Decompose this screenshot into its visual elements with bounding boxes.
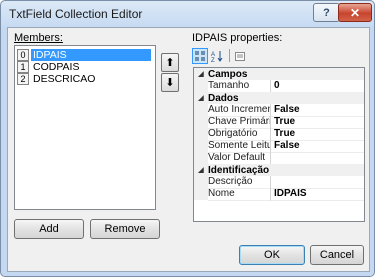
property-toolbar: A Z	[192, 47, 249, 64]
cancel-button[interactable]: Cancel	[310, 245, 364, 265]
add-button-label: Add	[39, 223, 59, 235]
property-grid[interactable]: ◢ Campos Tamanho 0 ◢ Dados Auto Incremen…	[193, 67, 365, 222]
move-up-button[interactable]: ⬆	[161, 53, 179, 72]
title-bar[interactable]: TxtField Collection Editor ? ✕	[1, 1, 374, 27]
property-row[interactable]: Valor Default	[194, 151, 364, 165]
svg-text:Z: Z	[211, 58, 215, 62]
property-row[interactable]: Obrigatório True	[194, 127, 364, 141]
property-row[interactable]: Somente Leitura False	[194, 139, 364, 153]
cancel-button-label: Cancel	[319, 249, 355, 261]
collapse-icon[interactable]: ◢	[194, 70, 208, 78]
category-dados[interactable]: ◢ Dados	[194, 92, 364, 104]
arrow-down-icon: ⬇	[165, 77, 175, 89]
list-item[interactable]: 0 IDPAIS	[17, 48, 151, 61]
members-label: Members:	[14, 32, 63, 44]
ok-button-label: OK	[264, 249, 280, 261]
window-title: TxtField Collection Editor	[9, 7, 143, 21]
category-campos[interactable]: ◢ Campos	[194, 68, 364, 80]
property-name: Nome	[208, 187, 271, 201]
categorized-icon	[195, 50, 205, 61]
item-index: 0	[17, 48, 29, 61]
members-label-text: Members:	[14, 32, 63, 44]
move-down-button[interactable]: ⬇	[161, 73, 179, 92]
property-row[interactable]: Nome IDPAIS	[194, 187, 364, 201]
category-label: Dados	[208, 92, 239, 104]
dialog-body: Members: 0 IDPAIS 1 CODPAIS 2 DESCRICAO …	[7, 27, 370, 272]
property-value[interactable]	[271, 152, 364, 165]
property-pages-button[interactable]	[233, 49, 247, 63]
property-row[interactable]: Descrição	[194, 175, 364, 189]
category-label: Identificação	[208, 164, 270, 176]
item-name: IDPAIS	[31, 48, 151, 61]
collection-editor-window: TxtField Collection Editor ? ✕ Members: …	[0, 0, 375, 277]
sort-alphabetical-icon: A Z	[211, 50, 223, 62]
ok-button[interactable]: OK	[239, 245, 305, 265]
close-button[interactable]: ✕	[338, 3, 372, 22]
property-value[interactable]: IDPAIS	[271, 188, 364, 201]
property-row[interactable]: Chave Primária True	[194, 115, 364, 129]
item-index: 1	[17, 60, 29, 73]
property-name: Tamanho	[208, 79, 271, 93]
property-row[interactable]: Auto Incremento False	[194, 103, 364, 117]
list-item[interactable]: 2 DESCRICAO	[17, 72, 151, 85]
item-name: CODPAIS	[33, 60, 80, 73]
members-list[interactable]: 0 IDPAIS 1 CODPAIS 2 DESCRICAO	[14, 45, 156, 210]
property-name: Valor Default	[208, 151, 271, 165]
property-value[interactable]: 0	[271, 80, 364, 93]
category-label: Campos	[208, 68, 248, 80]
alphabetical-view-button[interactable]: A Z	[210, 49, 224, 63]
collapse-icon[interactable]: ◢	[194, 166, 208, 174]
help-button[interactable]: ?	[313, 3, 340, 22]
arrow-up-icon: ⬆	[165, 57, 175, 69]
remove-button[interactable]: Remove	[90, 219, 160, 239]
remove-button-label: Remove	[104, 223, 146, 235]
property-row[interactable]: Tamanho 0	[194, 79, 364, 93]
properties-label: IDPAIS properties:	[192, 32, 283, 44]
list-item[interactable]: 1 CODPAIS	[17, 60, 151, 73]
item-index: 2	[17, 72, 29, 85]
property-pages-icon	[235, 51, 245, 61]
item-name: DESCRICAO	[33, 72, 96, 85]
collapse-icon[interactable]: ◢	[194, 94, 208, 102]
toolbar-separator	[229, 49, 230, 62]
add-button[interactable]: Add	[14, 219, 84, 239]
categorized-view-button[interactable]	[192, 47, 208, 64]
category-identificacao[interactable]: ◢ Identificação	[194, 164, 364, 176]
